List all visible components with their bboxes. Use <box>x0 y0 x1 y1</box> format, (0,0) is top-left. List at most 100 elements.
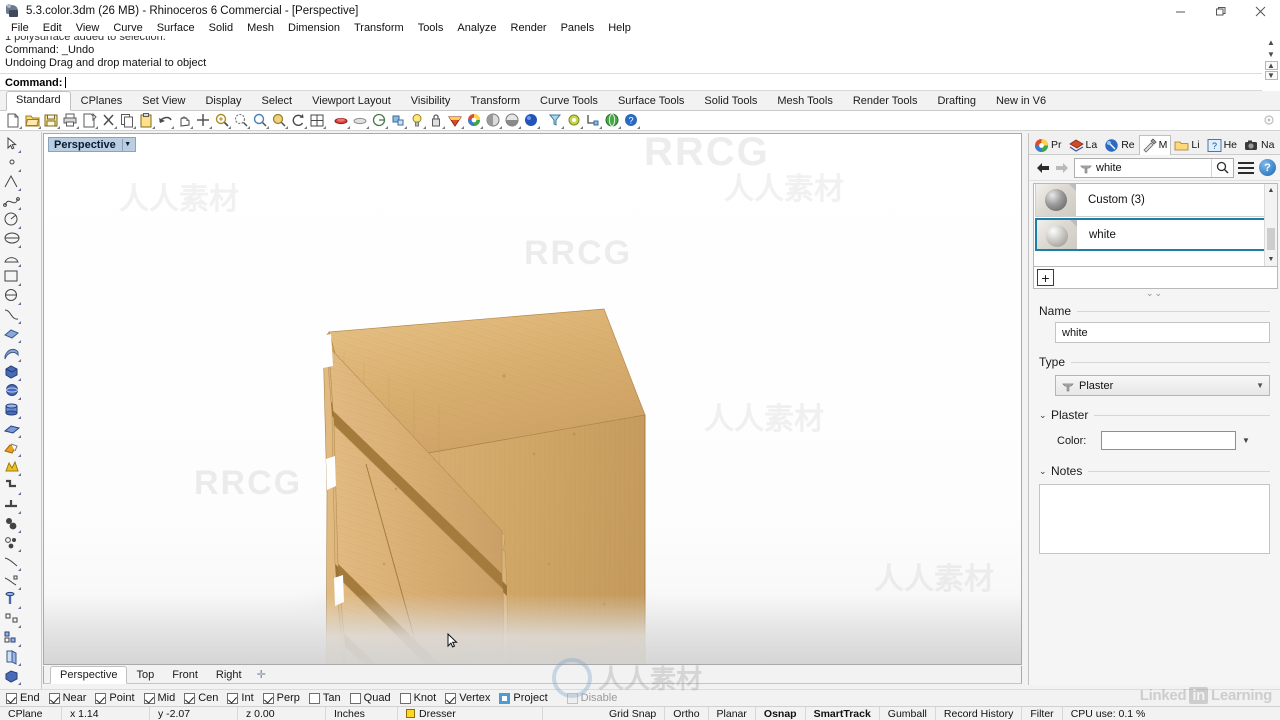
toolbar-tab-render-tools[interactable]: Render Tools <box>843 92 928 111</box>
material-icon[interactable] <box>447 112 464 129</box>
viewport-tab-right[interactable]: Right <box>207 667 251 683</box>
notes-textarea[interactable] <box>1039 484 1270 554</box>
layer-color-swatch[interactable] <box>406 709 415 718</box>
circle-icon[interactable] <box>2 211 22 230</box>
rotate-view-icon[interactable] <box>290 112 307 129</box>
properties-icon[interactable] <box>390 112 407 129</box>
save-icon[interactable] <box>43 112 60 129</box>
plane-surface-icon[interactable] <box>2 420 22 439</box>
menu-tools[interactable]: Tools <box>411 21 451 36</box>
checkbox[interactable] <box>48 692 60 704</box>
osnap-mid[interactable]: Mid <box>143 692 175 704</box>
arc-icon[interactable] <box>2 249 22 268</box>
viewport-title[interactable]: Perspective ▼ <box>48 137 136 152</box>
restore-icon[interactable] <box>1200 0 1240 22</box>
options-gear-icon[interactable] <box>566 112 583 129</box>
ellipse-icon[interactable] <box>2 230 22 249</box>
boolean-union-icon[interactable] <box>2 439 22 458</box>
osnap-perp[interactable]: Perp <box>262 692 300 704</box>
shade-icon[interactable] <box>333 112 350 129</box>
color-swatch[interactable] <box>1101 431 1236 450</box>
osnap-vertex[interactable]: Vertex <box>445 692 490 704</box>
chevron-down-icon[interactable]: ⌄ <box>1039 410 1051 421</box>
forward-arrow-icon[interactable] <box>1052 158 1071 177</box>
osnap-knot[interactable]: Knot <box>399 692 436 704</box>
new-file-icon[interactable] <box>5 112 22 129</box>
select-filter-icon[interactable] <box>547 112 564 129</box>
paste-icon[interactable] <box>138 112 155 129</box>
material-list[interactable]: Custom (2) Custom (3) white ▲ ▼ <box>1033 183 1278 267</box>
checkbox[interactable] <box>262 692 274 704</box>
menu-panels[interactable]: Panels <box>554 21 602 36</box>
scroll-up-icon[interactable]: ▲ <box>1265 184 1277 197</box>
menu-transform[interactable]: Transform <box>347 21 411 36</box>
status-toggle-osnap[interactable]: Osnap <box>756 706 806 720</box>
status-units[interactable]: Inches <box>326 706 398 720</box>
material-breadcrumb-search[interactable]: white <box>1074 157 1234 178</box>
add-viewport-tab-icon[interactable]: ✛ <box>251 668 272 681</box>
panel-tab-help[interactable]: ? He <box>1204 135 1241 155</box>
material-type-select[interactable]: Plaster ▼ <box>1055 375 1270 396</box>
checkbox[interactable] <box>349 692 361 704</box>
light-icon[interactable] <box>409 112 426 129</box>
perspective-viewport[interactable]: RRCG 人人素材 人人素材 RRCG 人人素材 RRCG 人人素材 人人素材 <box>43 133 1022 665</box>
menu-dimension[interactable]: Dimension <box>281 21 347 36</box>
menu-help[interactable]: Help <box>601 21 638 36</box>
lock-icon[interactable] <box>428 112 445 129</box>
checkbox[interactable] <box>308 692 320 704</box>
surface-from-points-icon[interactable] <box>2 325 22 344</box>
status-toggle-planar[interactable]: Planar <box>709 706 756 720</box>
status-toggle-ortho[interactable]: Ortho <box>665 706 709 720</box>
select-arrow-icon[interactable] <box>2 135 22 154</box>
help-icon[interactable]: ? <box>623 112 640 129</box>
checkbox[interactable] <box>143 692 155 704</box>
checkbox[interactable] <box>445 692 457 704</box>
toolbar-tab-standard[interactable]: Standard <box>6 91 71 111</box>
toolbar-tab-select[interactable]: Select <box>252 92 303 111</box>
globe-icon[interactable] <box>604 112 621 129</box>
wooden-dresser-3d-model[interactable] <box>44 134 1022 665</box>
grid-snap-icon[interactable] <box>585 112 602 129</box>
zoom-window-icon[interactable] <box>195 112 212 129</box>
minimize-icon[interactable] <box>1160 0 1200 22</box>
status-toggle-gumball[interactable]: Gumball <box>880 706 936 720</box>
toolbar-tab-cplanes[interactable]: CPlanes <box>71 92 133 111</box>
split-icon[interactable] <box>2 534 22 553</box>
osnap-end[interactable]: End <box>6 692 40 704</box>
color-wheel-icon[interactable] <box>466 112 483 129</box>
panel-tab-properties[interactable]: Pr <box>1031 135 1066 155</box>
box-icon[interactable] <box>2 363 22 382</box>
checkbox[interactable] <box>566 692 578 704</box>
panel-tab-named-views[interactable]: Na <box>1241 135 1278 155</box>
list-item[interactable]: Custom (3) <box>1035 184 1276 217</box>
menu-analyze[interactable]: Analyze <box>450 21 503 36</box>
render-icon[interactable] <box>371 112 388 129</box>
panel-tab-materials[interactable]: M <box>1138 134 1172 155</box>
prompt-scroll-down-icon[interactable]: ▼ <box>1264 71 1278 80</box>
surface-sweep-icon[interactable] <box>2 344 22 363</box>
add-material-button[interactable]: + <box>1037 269 1054 286</box>
osnap-tan[interactable]: Tan <box>308 692 341 704</box>
list-item-selected[interactable]: white <box>1035 218 1276 251</box>
rectangle-icon[interactable] <box>2 268 22 287</box>
copy-to-clipboard-icon[interactable] <box>81 112 98 129</box>
osnap-int[interactable]: Int <box>227 692 254 704</box>
status-toggle-filter[interactable]: Filter <box>1022 706 1063 720</box>
close-icon[interactable] <box>1240 0 1280 22</box>
osnap-near[interactable]: Near <box>48 692 86 704</box>
chevron-down-icon[interactable]: ▼ <box>1256 381 1264 390</box>
cut-icon[interactable] <box>100 112 117 129</box>
panel-tab-render[interactable]: Re <box>1101 135 1138 155</box>
point-icon[interactable] <box>2 154 22 173</box>
osnap-quad[interactable]: Quad <box>349 692 391 704</box>
material-name-input[interactable]: white <box>1055 322 1270 343</box>
open-file-icon[interactable] <box>24 112 41 129</box>
checkbox[interactable] <box>184 692 196 704</box>
pan-icon[interactable] <box>176 112 193 129</box>
search-icon[interactable] <box>1211 158 1233 177</box>
curve-icon[interactable] <box>2 192 22 211</box>
cylinder-icon[interactable] <box>2 401 22 420</box>
zoom-in-icon[interactable] <box>214 112 231 129</box>
command-history[interactable]: 1 polysurface added to selection. Comman… <box>0 36 1262 72</box>
viewport-tab-perspective[interactable]: Perspective <box>50 665 128 684</box>
